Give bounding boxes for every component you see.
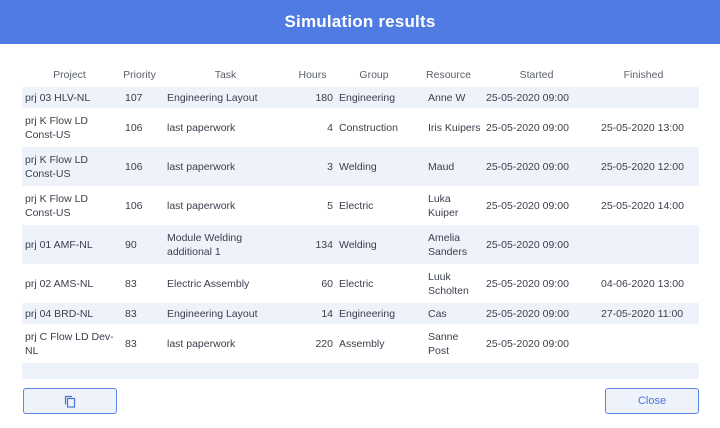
- cell-finished: [588, 87, 699, 108]
- cell-task: Module Welding additional 1: [167, 231, 243, 258]
- cell-group: Engineering: [339, 307, 396, 320]
- cell-resource: Luuk Scholten: [428, 270, 469, 297]
- cell-priority: 83: [125, 337, 137, 350]
- cell-started: 25-05-2020 09:00: [486, 199, 569, 212]
- cell-project: prj K Flow LD Const-US: [25, 153, 89, 180]
- cell-resource: Sanne Post: [428, 330, 459, 357]
- cell-group: Electric: [339, 277, 374, 290]
- column-header-task[interactable]: Task: [162, 62, 289, 87]
- column-header-project[interactable]: Project: [22, 62, 117, 87]
- cell-group: Assembly: [339, 337, 385, 350]
- close-button-label: Close: [637, 395, 667, 407]
- cell-finished: 25-05-2020 13:00: [601, 121, 684, 134]
- cell-task: last paperwork: [167, 337, 236, 350]
- cell-started: 25-05-2020 09:00: [486, 238, 569, 251]
- cell-finished: [588, 225, 699, 264]
- cell-task: last paperwork: [167, 160, 236, 173]
- cell-hours: 180: [315, 91, 333, 104]
- cell-started: 25-05-2020 09:00: [486, 277, 569, 290]
- dialog-title: Simulation results: [284, 12, 436, 31]
- table-row[interactable]: prj 01 AMF-NL 90 Module Welding addition…: [22, 225, 699, 264]
- cell-hours: 134: [315, 238, 333, 251]
- cell-priority: 83: [125, 307, 137, 320]
- column-header-hours[interactable]: Hours: [289, 62, 336, 87]
- cell-priority: 83: [125, 277, 137, 290]
- cell-project: prj 03 HLV-NL: [25, 91, 91, 104]
- cell-task: last paperwork: [167, 199, 236, 212]
- cell-project: prj C Flow LD Dev-NL: [25, 330, 114, 357]
- cell-finished: 25-05-2020 14:00: [601, 199, 684, 212]
- copy-icon: [64, 395, 76, 408]
- cell-project: prj K Flow LD Const-US: [25, 192, 89, 219]
- cell-group: Engineering: [339, 91, 396, 104]
- cell-hours: 4: [327, 121, 333, 134]
- cell-priority: 106: [125, 160, 143, 173]
- cell-started: 25-05-2020 09:00: [486, 337, 569, 350]
- cell-started: 25-05-2020 09:00: [486, 91, 569, 104]
- table-row-partial[interactable]: [22, 363, 699, 379]
- simulation-results-dialog: Simulation results Project Priority Task…: [0, 0, 720, 428]
- cell-project: prj 04 BRD-NL: [25, 307, 94, 320]
- cell-task: Engineering Layout: [167, 307, 258, 320]
- column-header-resource[interactable]: Resource: [412, 62, 485, 87]
- cell-finished: 25-05-2020 12:00: [601, 160, 684, 173]
- cell-started: 25-05-2020 09:00: [486, 307, 569, 320]
- cell-started: 25-05-2020 09:00: [486, 160, 569, 173]
- cell-finished: [588, 324, 699, 363]
- cell-resource: Anne W: [428, 91, 466, 104]
- column-header-finished[interactable]: Finished: [588, 62, 699, 87]
- cell-hours: 5: [327, 199, 333, 212]
- cell-priority: 106: [125, 199, 143, 212]
- cell-group: Welding: [339, 160, 377, 173]
- cell-project: prj 02 AMS-NL: [25, 277, 94, 290]
- column-header-group[interactable]: Group: [336, 62, 412, 87]
- cell-priority: 90: [125, 238, 137, 251]
- table-row[interactable]: prj 02 AMS-NL 83 Electric Assembly 60 El…: [22, 264, 699, 303]
- cell-task: Engineering Layout: [167, 91, 258, 104]
- cell-hours: 14: [321, 307, 333, 320]
- cell-priority: 107: [125, 91, 143, 104]
- table-row[interactable]: prj 03 HLV-NL 107 Engineering Layout 180…: [22, 87, 699, 108]
- cell-task: last paperwork: [167, 121, 236, 134]
- results-table: Project Priority Task Hours Group Resour…: [22, 62, 699, 379]
- table-header-row: Project Priority Task Hours Group Resour…: [22, 62, 699, 87]
- table-row[interactable]: prj 04 BRD-NL 83 Engineering Layout 14 E…: [22, 303, 699, 324]
- copy-button[interactable]: [23, 388, 117, 414]
- cell-hours: 220: [315, 337, 333, 350]
- cell-finished: 27-05-2020 11:00: [601, 307, 684, 320]
- cell-task: Electric Assembly: [167, 277, 250, 290]
- table-row[interactable]: prj C Flow LD Dev-NL 83 last paperwork 2…: [22, 324, 699, 363]
- cell-priority: 106: [125, 121, 143, 134]
- cell-resource: Cas: [428, 307, 447, 320]
- dialog-header: Simulation results: [0, 0, 720, 44]
- column-header-started[interactable]: Started: [485, 62, 588, 87]
- results-table-container[interactable]: Project Priority Task Hours Group Resour…: [22, 62, 699, 384]
- cell-hours: 60: [321, 277, 333, 290]
- table-row[interactable]: prj K Flow LD Const-US 106 last paperwor…: [22, 108, 699, 147]
- cell-group: Welding: [339, 238, 377, 251]
- table-row[interactable]: prj K Flow LD Const-US 106 last paperwor…: [22, 186, 699, 225]
- cell-project: prj K Flow LD Const-US: [25, 114, 89, 141]
- cell-resource: Maud: [428, 160, 455, 173]
- cell-hours: 3: [327, 160, 333, 173]
- cell-finished: 04-06-2020 13:00: [601, 277, 684, 290]
- column-header-priority[interactable]: Priority: [117, 62, 162, 87]
- table-row[interactable]: prj K Flow LD Const-US 106 last paperwor…: [22, 147, 699, 186]
- cell-resource: Amelia Sanders: [428, 231, 468, 258]
- cell-project: prj 01 AMF-NL: [25, 238, 93, 251]
- cell-started: 25-05-2020 09:00: [486, 121, 569, 134]
- cell-group: Electric: [339, 199, 374, 212]
- cell-resource: Iris Kuipers: [428, 121, 481, 134]
- cell-group: Construction: [339, 121, 398, 134]
- cell-resource: Luka Kuiper: [428, 192, 459, 219]
- clipped-row-spacer: [22, 363, 699, 379]
- close-button[interactable]: Close: [605, 388, 699, 414]
